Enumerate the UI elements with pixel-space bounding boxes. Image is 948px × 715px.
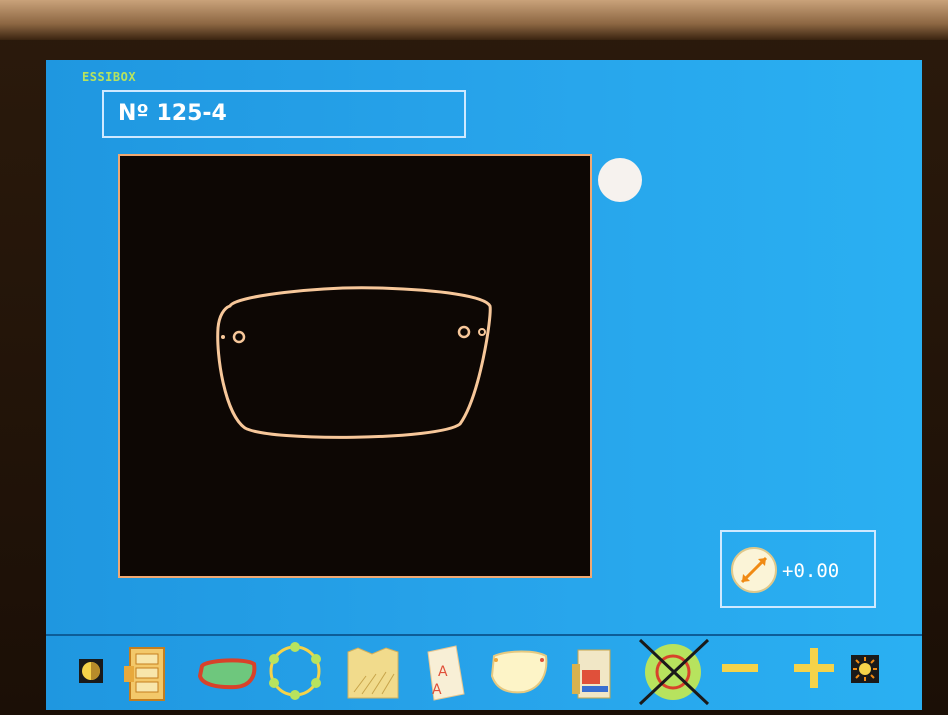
- text-engrave-icon[interactable]: A A: [424, 644, 468, 704]
- lens-trace-shape: [216, 286, 492, 439]
- left-notch-icon: [221, 335, 225, 339]
- left-hole-icon: [232, 330, 246, 344]
- right-notch-icon: [478, 328, 486, 336]
- diameter-value: +0.00: [782, 560, 840, 582]
- monitor-bezel: ESSIBOX Nº 125-4 +0.00 A A: [0, 0, 948, 715]
- trace-canvas: [118, 154, 592, 578]
- svg-text:A: A: [432, 682, 442, 698]
- texture-icon[interactable]: [346, 646, 400, 706]
- brand-label: ESSIBOX: [82, 70, 137, 84]
- screen: ESSIBOX Nº 125-4 +0.00 A A: [46, 60, 922, 710]
- edge-shape-icon[interactable]: [488, 648, 552, 708]
- toolbar: A A: [70, 638, 918, 706]
- toolbar-divider: [46, 634, 922, 636]
- job-number: Nº 125-4: [118, 101, 227, 126]
- increase-icon[interactable]: [792, 646, 836, 706]
- diameter-icon: [731, 547, 777, 593]
- svg-text:A: A: [438, 664, 448, 680]
- job-number-box[interactable]: Nº 125-4: [102, 90, 466, 138]
- storage-icon[interactable]: [122, 642, 170, 702]
- decrease-icon[interactable]: [720, 660, 760, 710]
- status-indicator[interactable]: [598, 158, 642, 202]
- cancel-trace-icon[interactable]: [636, 638, 710, 706]
- lens-shape-icon[interactable]: [196, 656, 258, 710]
- contrast-icon[interactable]: [78, 658, 104, 710]
- brightness-icon[interactable]: [850, 654, 880, 710]
- drive-icon[interactable]: [570, 646, 616, 706]
- bezel-top: [0, 0, 948, 40]
- diameter-control[interactable]: +0.00: [720, 530, 876, 608]
- point-circle-icon[interactable]: [264, 640, 326, 700]
- right-hole-icon: [457, 325, 471, 339]
